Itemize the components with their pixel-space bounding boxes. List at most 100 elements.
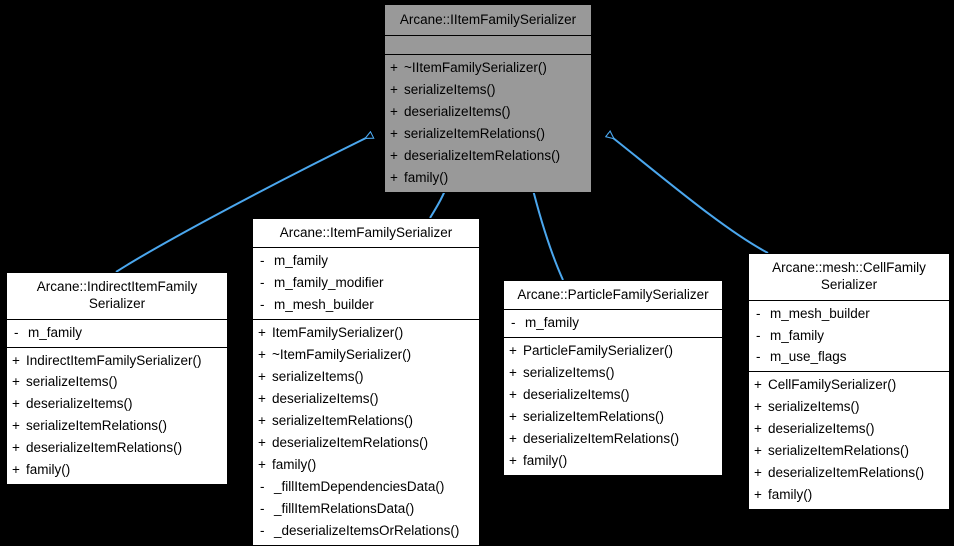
class-member: + family() xyxy=(504,450,722,472)
member-name: deserializeItemRelations() xyxy=(26,440,183,456)
class-member: + deserializeItemRelations() xyxy=(385,145,591,167)
class-member: + deserializeItemRelations() xyxy=(749,462,949,484)
class-member: + ItemFamilySerializer() xyxy=(253,322,479,344)
class-member: + serializeItems() xyxy=(385,79,591,101)
class-node-itemfamilyserializer[interactable]: Arcane::ItemFamilySerializer - m_family -… xyxy=(252,218,480,546)
visibility-marker: + xyxy=(754,443,762,459)
visibility-marker: + xyxy=(509,409,517,425)
class-title: Arcane::IndirectItemFamily Serializer xyxy=(36,279,198,312)
member-name: IndirectItemFamilySerializer() xyxy=(26,352,202,368)
member-name: family() xyxy=(404,170,449,186)
methods-compartment: + IndirectItemFamilySerializer() + seriali… xyxy=(7,346,227,485)
class-node-indirectitemfamilyserializer[interactable]: Arcane::IndirectItemFamily Serializer -m… xyxy=(6,272,228,486)
visibility-marker: + xyxy=(258,325,266,341)
member-name: family() xyxy=(523,453,568,469)
class-member: + serializeItemRelations() xyxy=(504,406,722,428)
member-name: family() xyxy=(272,456,317,472)
member-name: deserializeItems() xyxy=(26,396,133,412)
member-name: deserializeItemRelations() xyxy=(768,465,925,481)
class-member: + ~ItemFamilySerializer() xyxy=(253,344,479,366)
attributes-compartment: - m_family - m_family_modifier - m_mesh_bui… xyxy=(253,247,479,319)
member-name: serializeItems() xyxy=(768,399,860,415)
visibility-marker: + xyxy=(754,487,762,503)
class-member: + deserializeItemRelations() xyxy=(7,437,227,459)
member-name: family() xyxy=(768,487,813,503)
class-member: + serializeItems() xyxy=(253,366,479,388)
methods-compartment: + ItemFamilySerializer() + ~ItemFamilySeri… xyxy=(253,319,479,545)
visibility-marker: + xyxy=(258,391,266,407)
class-member: - _deserializeItemsOrRelations() xyxy=(253,520,479,542)
class-member: - m_family xyxy=(7,322,227,344)
member-name: serializeItemRelations() xyxy=(404,126,546,142)
member-name: serializeItems() xyxy=(523,365,615,381)
visibility-marker: + xyxy=(258,435,266,451)
methods-compartment: + ParticleFamilySerializer() + serializeIt… xyxy=(504,337,722,475)
class-member: + deserializeItems() xyxy=(504,384,722,406)
class-member: - m_family xyxy=(253,250,479,272)
member-name: ~IItemFamilySerializer() xyxy=(404,60,547,76)
visibility-marker: + xyxy=(12,396,20,412)
member-name: deserializeItems() xyxy=(272,391,379,407)
member-name: m_use_flags xyxy=(770,349,847,365)
visibility-marker: + xyxy=(509,453,517,469)
class-member: + ~IItemFamilySerializer() xyxy=(385,57,591,79)
visibility-marker: + xyxy=(258,347,266,363)
class-member: + serializeItems() xyxy=(749,396,949,418)
visibility-marker: + xyxy=(12,462,20,478)
attributes-compartment: - m_family xyxy=(504,309,722,337)
member-name: family() xyxy=(26,462,71,478)
visibility-marker: + xyxy=(12,374,20,390)
visibility-marker: + xyxy=(12,352,20,368)
class-member: + CellFamilySerializer() xyxy=(749,374,949,396)
class-member: + family() xyxy=(253,454,479,476)
class-node-cellfamilyserializer[interactable]: Arcane::mesh::CellFamily Serializer - m_m… xyxy=(748,253,950,511)
visibility-marker: + xyxy=(258,456,266,472)
member-name: m_family xyxy=(28,324,83,340)
member-name: deserializeItemRelations() xyxy=(272,435,429,451)
class-member: + deserializeItems() xyxy=(749,418,949,440)
class-member: - m_family xyxy=(749,325,949,347)
class-member: + deserializeItems() xyxy=(253,388,479,410)
class-member: - m_mesh_builder xyxy=(253,294,479,316)
visibility-marker: - xyxy=(260,297,265,313)
class-member: + serializeItemRelations() xyxy=(385,123,591,145)
class-title: Arcane::mesh::CellFamily Serializer xyxy=(772,260,926,293)
visibility-marker: + xyxy=(258,413,266,429)
methods-compartment: + CellFamilySerializer() + serializeItems(… xyxy=(749,371,949,509)
class-member: + deserializeItems() xyxy=(385,101,591,123)
member-name: deserializeItemRelations() xyxy=(523,431,680,447)
member-name: m_mesh_builder xyxy=(274,297,374,313)
member-name: _fillItemRelationsData() xyxy=(274,500,415,516)
member-name: m_family_modifier xyxy=(274,275,384,291)
class-node-iitemfamilyserializer[interactable]: Arcane::IItemFamilySerializer + ~IItemFam… xyxy=(384,4,592,194)
methods-compartment: + ~IItemFamilySerializer() + serializeItem… xyxy=(385,54,591,192)
visibility-marker: - xyxy=(260,253,265,269)
class-node-particlefamilyserializer[interactable]: Arcane::ParticleFamilySerializer - m_fami… xyxy=(503,280,723,477)
uml-class-diagram: Arcane::IItemFamilySerializer + ~IItemFam… xyxy=(0,0,954,546)
attributes-compartment: - m_family xyxy=(7,318,227,347)
class-title: Arcane::ParticleFamilySerializer xyxy=(517,287,709,302)
member-name: serializeItems() xyxy=(272,369,364,385)
visibility-marker: - xyxy=(756,305,761,321)
member-name: m_mesh_builder xyxy=(770,305,870,321)
member-name: m_family xyxy=(525,315,580,331)
class-member: - m_family xyxy=(504,312,722,334)
member-name: deserializeItems() xyxy=(768,421,875,437)
class-member: - _fillItemDependenciesData() xyxy=(253,476,479,498)
member-name: serializeItemRelations() xyxy=(26,418,168,434)
visibility-marker: + xyxy=(509,387,517,403)
class-member: + family() xyxy=(749,484,949,506)
visibility-marker: + xyxy=(12,440,20,456)
edge-cell-to-base xyxy=(608,134,769,254)
class-member: - m_mesh_builder xyxy=(749,303,949,325)
member-name: serializeItemRelations() xyxy=(768,443,910,459)
class-member: + ParticleFamilySerializer() xyxy=(504,340,722,362)
member-name: ParticleFamilySerializer() xyxy=(523,343,674,359)
class-member: + serializeItemRelations() xyxy=(749,440,949,462)
visibility-marker: + xyxy=(754,399,762,415)
member-name: serializeItems() xyxy=(26,374,118,390)
visibility-marker: + xyxy=(390,126,398,142)
class-member: + serializeItems() xyxy=(7,371,227,393)
class-member: + serializeItems() xyxy=(504,362,722,384)
visibility-marker: + xyxy=(509,431,517,447)
